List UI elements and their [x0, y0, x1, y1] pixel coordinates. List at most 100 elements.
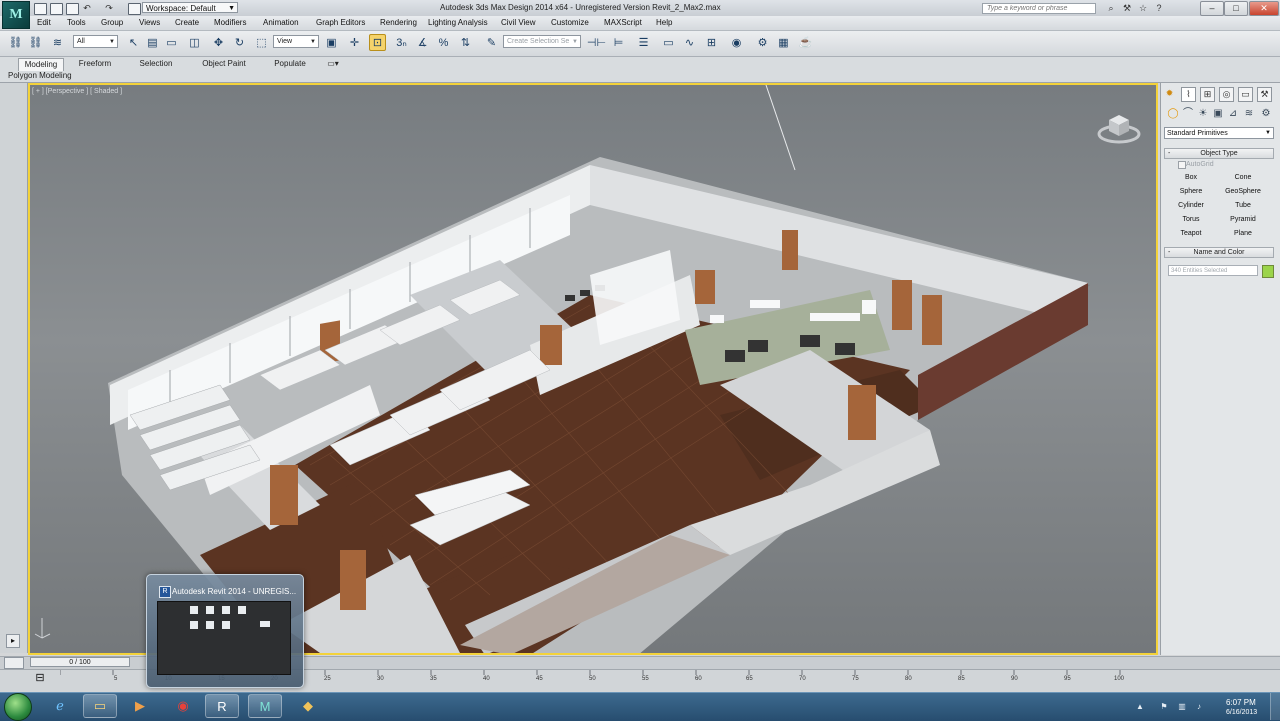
- object-type-rollout[interactable]: - Object Type: [1164, 148, 1274, 159]
- open-file-icon[interactable]: [50, 3, 63, 15]
- minimize-button[interactable]: –: [1200, 1, 1224, 16]
- expand-arrow-icon[interactable]: ▸: [6, 634, 20, 648]
- menu-tools[interactable]: Tools: [67, 18, 86, 27]
- clock-date[interactable]: 6/16/2013: [1226, 709, 1257, 716]
- revit-icon[interactable]: R: [205, 694, 239, 718]
- tab-selection[interactable]: Selection: [130, 58, 182, 70]
- menu-civil-view[interactable]: Civil View: [501, 18, 536, 27]
- torus-button[interactable]: Torus: [1166, 214, 1216, 226]
- chrome-icon[interactable]: ◉: [166, 694, 200, 718]
- prev-frame-button[interactable]: [4, 657, 24, 669]
- search-tools-icon[interactable]: ⚒: [1122, 3, 1132, 13]
- perspective-viewport[interactable]: [28, 83, 1158, 655]
- utilities-icon[interactable]: ⚒: [1257, 87, 1272, 102]
- percent-snap-icon[interactable]: %: [435, 34, 452, 51]
- window-crossing-icon[interactable]: ◫: [186, 34, 203, 51]
- app-menu-button[interactable]: M: [2, 1, 30, 29]
- unlink-icon[interactable]: ⛓: [27, 34, 44, 51]
- new-file-icon[interactable]: [34, 3, 47, 15]
- named-selection-dropdown[interactable]: Create Selection Se ▼: [503, 35, 581, 48]
- save-icon[interactable]: [66, 3, 79, 15]
- geometry-icon[interactable]: ◯: [1167, 108, 1179, 120]
- lights-icon[interactable]: ☀: [1197, 108, 1209, 120]
- tab-populate[interactable]: Populate: [265, 58, 315, 70]
- layer-manager-icon[interactable]: ☰: [635, 34, 652, 51]
- snaps-toggle-icon[interactable]: 3ₙ: [393, 34, 410, 51]
- systems-icon[interactable]: ⚙: [1260, 108, 1272, 120]
- menu-edit[interactable]: Edit: [37, 18, 51, 27]
- undo-icon[interactable]: ↶: [82, 3, 92, 13]
- select-manipulate-icon[interactable]: ✛: [346, 34, 363, 51]
- spinner-snap-icon[interactable]: ⇅: [457, 34, 474, 51]
- align-icon[interactable]: ⊨: [610, 34, 627, 51]
- rect-selection-icon[interactable]: ▭: [163, 34, 180, 51]
- autogrid-checkbox[interactable]: [1178, 161, 1186, 169]
- menu-maxscript[interactable]: MAXScript: [604, 18, 642, 27]
- menu-rendering[interactable]: Rendering: [380, 18, 417, 27]
- media-player-icon[interactable]: ▶: [123, 694, 157, 718]
- arrow-up-icon[interactable]: ▲: [1136, 703, 1144, 711]
- windows-start-icon[interactable]: [4, 693, 32, 721]
- pivot-icon[interactable]: ▣: [323, 34, 340, 51]
- show-desktop-button[interactable]: [1270, 693, 1280, 720]
- select-object-icon[interactable]: ↖: [125, 34, 142, 51]
- hold-icon[interactable]: [128, 3, 141, 15]
- flag-icon[interactable]: ⚑: [1160, 703, 1168, 711]
- scale-icon[interactable]: ⬚: [253, 34, 270, 51]
- tube-button[interactable]: Tube: [1218, 200, 1268, 212]
- tab-object-paint[interactable]: Object Paint: [195, 58, 253, 70]
- motion-icon[interactable]: ◎: [1219, 87, 1234, 102]
- material-editor-icon[interactable]: ◉: [728, 34, 745, 51]
- help-search-input[interactable]: [982, 3, 1096, 14]
- angle-snap-icon[interactable]: ∡: [414, 34, 431, 51]
- help-icon[interactable]: ?: [1154, 3, 1164, 13]
- menu-modifiers[interactable]: Modifiers: [214, 18, 246, 27]
- create-icon[interactable]: ✹: [1162, 87, 1177, 102]
- selection-filter-dropdown[interactable]: All ▼: [73, 35, 118, 48]
- file-explorer-icon[interactable]: ▭: [83, 694, 117, 718]
- shapes-icon[interactable]: ⌒: [1182, 108, 1194, 120]
- binoculars-icon[interactable]: ⌕: [1106, 3, 1116, 13]
- tab-freeform[interactable]: Freeform: [70, 58, 120, 70]
- rendered-frame-icon[interactable]: ▦: [775, 34, 792, 51]
- select-by-name-icon[interactable]: ▤: [144, 34, 161, 51]
- ribbon-toggle-icon[interactable]: ▭: [660, 34, 677, 51]
- menu-group[interactable]: Group: [101, 18, 123, 27]
- clock-time[interactable]: 6:07 PM: [1226, 698, 1256, 707]
- volume-icon[interactable]: ♪: [1195, 703, 1203, 711]
- misc-app-icon[interactable]: ◆: [291, 694, 325, 718]
- cameras-icon[interactable]: ▣: [1212, 108, 1224, 120]
- menu-graph-editors[interactable]: Graph Editors: [316, 18, 365, 27]
- object-name-field[interactable]: 340 Entities Selected: [1168, 265, 1258, 276]
- schematic-view-icon[interactable]: ⊞: [703, 34, 720, 51]
- menu-create[interactable]: Create: [175, 18, 199, 27]
- move-icon[interactable]: ✥: [210, 34, 227, 51]
- teapot-button[interactable]: Teapot: [1166, 228, 1216, 240]
- network-icon[interactable]: ▥: [1178, 703, 1186, 711]
- name-and-color-rollout[interactable]: - Name and Color: [1164, 247, 1274, 258]
- sphere-button[interactable]: Sphere: [1166, 186, 1216, 198]
- geosphere-button[interactable]: GeoSphere: [1218, 186, 1268, 198]
- pyramid-button[interactable]: Pyramid: [1218, 214, 1268, 226]
- viewcube-icon[interactable]: [1097, 108, 1141, 144]
- render-setup-icon[interactable]: ⚙: [754, 34, 771, 51]
- modify-icon[interactable]: ⌇: [1181, 87, 1196, 102]
- helpers-icon[interactable]: ⊿: [1227, 108, 1239, 120]
- reference-coord-dropdown[interactable]: View ▼: [273, 35, 319, 48]
- hierarchy-icon[interactable]: ⊞: [1200, 87, 1215, 102]
- menu-lighting-analysis[interactable]: Lighting Analysis: [428, 18, 488, 27]
- workspace-dropdown[interactable]: Workspace: Default ▼: [142, 2, 238, 13]
- box-button[interactable]: Box: [1166, 172, 1216, 184]
- select-link-icon[interactable]: ⛓: [7, 34, 24, 51]
- ribbon-options-icon[interactable]: ▭▾: [322, 58, 344, 70]
- time-slider[interactable]: 0 / 100: [30, 657, 130, 667]
- cone-button[interactable]: Cone: [1218, 172, 1268, 184]
- tab-modeling[interactable]: Modeling: [18, 58, 64, 71]
- menu-help[interactable]: Help: [656, 18, 672, 27]
- menu-customize[interactable]: Customize: [551, 18, 589, 27]
- maximize-button[interactable]: □: [1224, 1, 1248, 16]
- ribbon-panel-label[interactable]: Polygon Modeling: [8, 71, 72, 80]
- plane-button[interactable]: Plane: [1218, 228, 1268, 240]
- menu-views[interactable]: Views: [139, 18, 160, 27]
- viewport-label[interactable]: [ + ] [Perspective ] [ Shaded ]: [32, 88, 122, 95]
